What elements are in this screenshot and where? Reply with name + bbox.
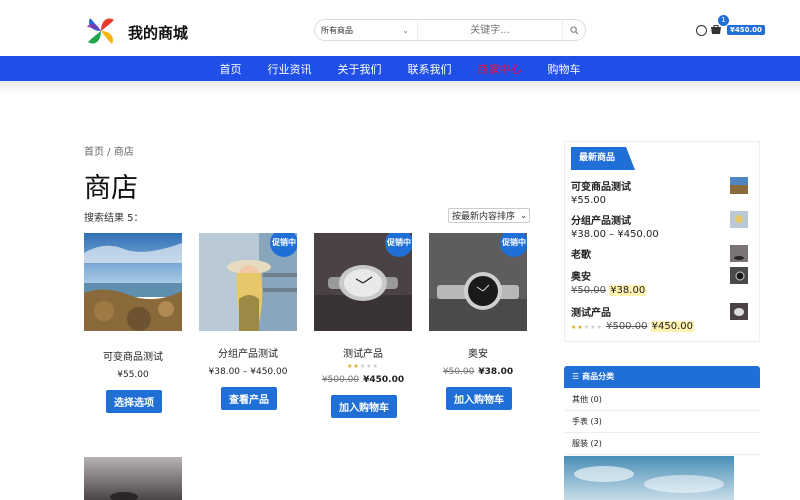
chevron-down-icon: ⌄ [520,211,527,220]
add-to-cart-button[interactable]: 加入购物车 [446,387,512,410]
search-category-label: 所有商品 [321,25,353,35]
add-to-cart-button[interactable]: 加入购物车 [331,395,397,418]
category-item-other[interactable]: 其他 (0) [564,389,760,411]
product-name[interactable]: 分组产品测试 [199,345,297,360]
select-options-button[interactable]: 选择选项 [106,390,162,413]
cart-button[interactable]: 1 [710,15,729,36]
header-icons: 1 ¥450.00 [696,15,765,40]
latest-product-item[interactable]: 测试产品 ★★★★★ ¥500.00 ¥450.00 [571,303,754,338]
sale-price: ¥38.00 [478,367,514,377]
nav-item-cart[interactable]: 购物车 [548,61,581,77]
product-image[interactable]: 促销中 [199,233,297,331]
chevron-down-icon: ⌄ [402,25,409,35]
sale-price: ¥450.00 [363,375,405,385]
original-price: ¥500.00 [606,321,648,332]
product-name[interactable]: 测试产品 [314,345,412,360]
site-logo-icon[interactable] [84,14,118,48]
product-card: 促销中 测试产品 ★★★★★ ¥500.00 ¥450.00 加入购物车 [314,233,414,418]
nav-item-contact[interactable]: 联系我们 [408,61,452,77]
page-title: 商店 [84,173,138,204]
star-rating: ★★★★★ [314,363,412,370]
product-image[interactable] [84,233,182,331]
latest-product-price: ¥50.00 ¥38.00 [571,285,647,296]
product-price: ¥50.00 ¥38.00 [429,367,527,377]
latest-product-item[interactable]: 分组产品测试 ¥38.00 – ¥450.00 [571,211,754,246]
sale-price: ¥38.00 [609,285,647,296]
original-price: ¥500.00 [321,375,360,385]
latest-product-item[interactable]: 奥安 ¥50.00 ¥38.00 [571,267,754,302]
product-name[interactable]: 奥安 [429,345,527,360]
latest-product-name[interactable]: 可变商品测试 [571,178,631,193]
sale-badge: 促销中 [500,233,527,257]
latest-product-name[interactable]: 奥安 [571,268,591,283]
sale-price: ¥450.00 [650,321,694,332]
search-icon [569,25,579,35]
latest-product-price: ¥55.00 [571,195,606,206]
category-item-clothing[interactable]: 服装 (2) [564,433,760,455]
cart-icon [711,25,721,34]
product-card: 促销中 分组产品测试 ¥38.00 – ¥450.00 查看产品 [199,233,299,410]
product-price: ¥500.00 ¥450.00 [314,375,412,385]
search-button[interactable] [563,20,585,40]
sale-badge: 促销中 [270,233,297,257]
original-price: ¥50.00 [571,285,606,296]
product-card: 促销中 奥安 ¥50.00 ¥38.00 加入购物车 [429,233,529,410]
search-bar: 所有商品 ⌄ [314,19,586,41]
breadcrumb[interactable]: 首页 / 商店 [84,143,134,158]
user-account-icon[interactable] [696,24,707,36]
list-icon: ☰ [572,372,580,381]
product-card: 可变商品测试 ¥55.00 选择选项 [84,233,184,413]
product-name[interactable]: 可变商品测试 [84,348,182,363]
latest-product-price: ★★★★★ ¥500.00 ¥450.00 [571,321,694,332]
search-input[interactable] [417,20,563,40]
sale-badge: 促销中 [385,233,412,257]
nav-item-about[interactable]: 关于我们 [338,61,382,77]
latest-product-thumb[interactable] [730,245,748,262]
latest-product-item[interactable]: 可变商品测试 ¥55.00 [571,177,754,212]
star-rating: ★★★★★ [571,324,603,331]
widget-title: 最新商品 [571,147,636,170]
sort-select[interactable]: 按最新内容排序 ⌄ [448,208,530,223]
nav-item-home[interactable]: 首页 [220,61,242,77]
star-icon: ★★ [571,324,584,331]
widget-title: ☰ 商品分类 [564,366,760,388]
nav-item-news[interactable]: 行业资讯 [268,61,312,77]
view-product-button[interactable]: 查看产品 [221,387,277,410]
latest-product-thumb[interactable] [730,177,748,194]
latest-product-name[interactable]: 分组产品测试 [571,212,631,227]
product-categories-widget: ☰ 商品分类 其他 (0) 手表 (3) 服装 (2) [564,366,760,456]
cart-count-badge: 1 [718,15,729,26]
star-icon: ★★ [347,363,360,370]
sidebar-banner-image[interactable] [564,456,734,500]
nav-shadow-divider [0,81,800,93]
product-image[interactable]: 促销中 [314,233,412,331]
latest-product-thumb[interactable] [730,267,748,284]
latest-product-thumb[interactable] [730,211,748,228]
latest-product-name[interactable]: 测试产品 [571,304,611,319]
sort-selected-label: 按最新内容排序 [452,212,516,222]
site-name[interactable]: 我的商城 [128,22,188,43]
latest-product-price: ¥38.00 – ¥450.00 [571,229,659,240]
search-category-select[interactable]: 所有商品 ⌄ [315,20,417,40]
categories-title: 商品分类 [582,372,615,381]
product-price: ¥55.00 [117,370,149,380]
original-price: ¥50.00 [442,367,475,377]
product-price: ¥38.00 – ¥450.00 [208,367,288,377]
star-empty-icon: ★★★ [359,363,379,370]
site-header: 我的商城 所有商品 ⌄ 1 ¥450.00 [0,0,800,56]
result-count: 搜索结果 5： [84,213,144,224]
latest-product-name[interactable]: 老歌 [571,246,591,261]
latest-product-thumb[interactable] [730,303,748,320]
cart-total[interactable]: ¥450.00 [727,25,765,35]
category-item-watches[interactable]: 手表 (3) [564,411,760,433]
nav-item-merchant-center[interactable]: 商家中心 [478,61,522,77]
main-nav: 首页 行业资讯 关于我们 联系我们 商家中心 购物车 [0,56,800,81]
product-image[interactable]: 促销中 [429,233,527,331]
latest-products-widget: 最新商品 可变商品测试 ¥55.00 分组产品测试 ¥38.00 – ¥450.… [564,141,760,342]
product-image[interactable] [84,457,182,500]
star-empty-icon: ★★★ [583,324,603,331]
